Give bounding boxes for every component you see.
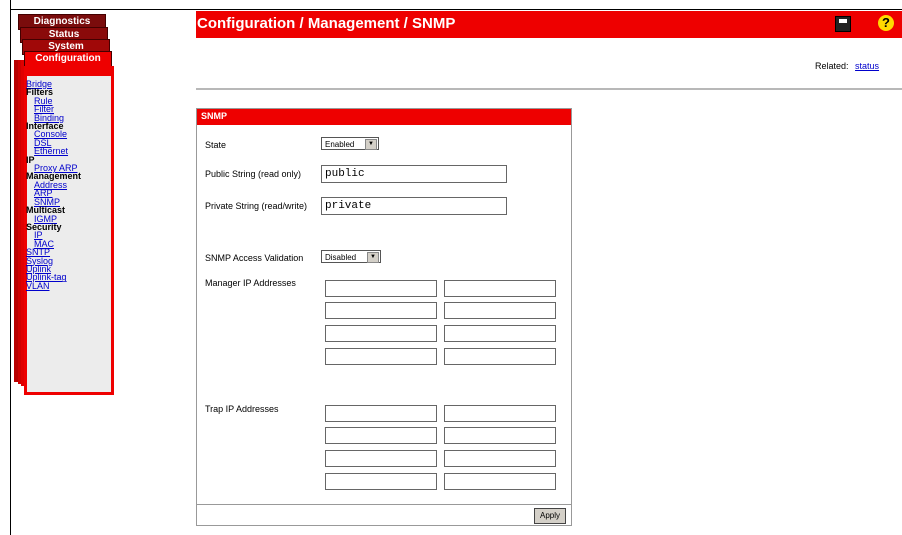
access-validation-label: SNMP Access Validation [205,253,304,263]
manager-ip-input[interactable] [325,302,437,319]
trap-ip-input[interactable] [325,427,437,444]
panel-footer-divider [197,504,571,505]
manager-ip-input[interactable] [444,302,556,319]
manager-ip-label: Manager IP Addresses [205,278,296,288]
help-icon[interactable]: ? [878,15,894,31]
trap-ip-input[interactable] [444,450,556,467]
manager-ip-input[interactable] [444,280,556,297]
tab-configuration[interactable]: Configuration [24,51,112,67]
menu-item-vlan[interactable]: VLAN [26,281,81,290]
related-links: Related: status [815,61,879,71]
snmp-panel: SNMP State Enabled ▼ Public String (read… [196,108,572,526]
manager-ip-input[interactable] [444,348,556,365]
panel-title: SNMP [201,111,228,121]
public-string-input[interactable]: public [321,165,507,183]
apply-button[interactable]: Apply [534,508,566,524]
access-validation-value: Disabled [325,253,357,262]
trap-ip-input[interactable] [444,473,556,490]
trap-ip-label: Trap IP Addresses [205,404,279,414]
related-label: Related: [815,61,849,71]
manager-ip-input[interactable] [325,280,437,297]
private-string-input[interactable]: private [321,197,507,215]
trap-ip-input[interactable] [325,450,437,467]
chevron-down-icon: ▼ [365,139,377,150]
manager-ip-input[interactable] [325,348,437,365]
page-title: Configuration / Management / SNMP [197,15,456,32]
state-label: State [205,140,227,150]
state-select-value: Enabled [325,140,355,149]
trap-ip-input[interactable] [325,473,437,490]
frame-border-top [10,9,902,10]
private-string-label: Private String (read/write) [205,201,308,211]
state-select[interactable]: Enabled ▼ [321,137,379,150]
manager-ip-input[interactable] [444,325,556,342]
trap-ip-input[interactable] [444,427,556,444]
manager-ip-input[interactable] [325,325,437,342]
app-frame: Diagnostics Status System Configuration … [0,0,902,535]
trap-ip-input[interactable] [325,405,437,422]
frame-border-left [10,0,11,535]
chevron-down-icon: ▼ [367,252,379,263]
access-validation-select[interactable]: Disabled ▼ [321,250,381,263]
related-status-link[interactable]: status [855,61,879,71]
trap-ip-input[interactable] [444,405,556,422]
panel-header: SNMP [197,109,571,125]
header-divider [196,88,902,90]
public-string-label: Public String (read only) [205,169,302,179]
save-icon-label [839,19,847,23]
save-icon[interactable] [835,16,851,32]
config-menu: Bridge Filters Rule Filter Binding Interface C… [26,79,81,290]
